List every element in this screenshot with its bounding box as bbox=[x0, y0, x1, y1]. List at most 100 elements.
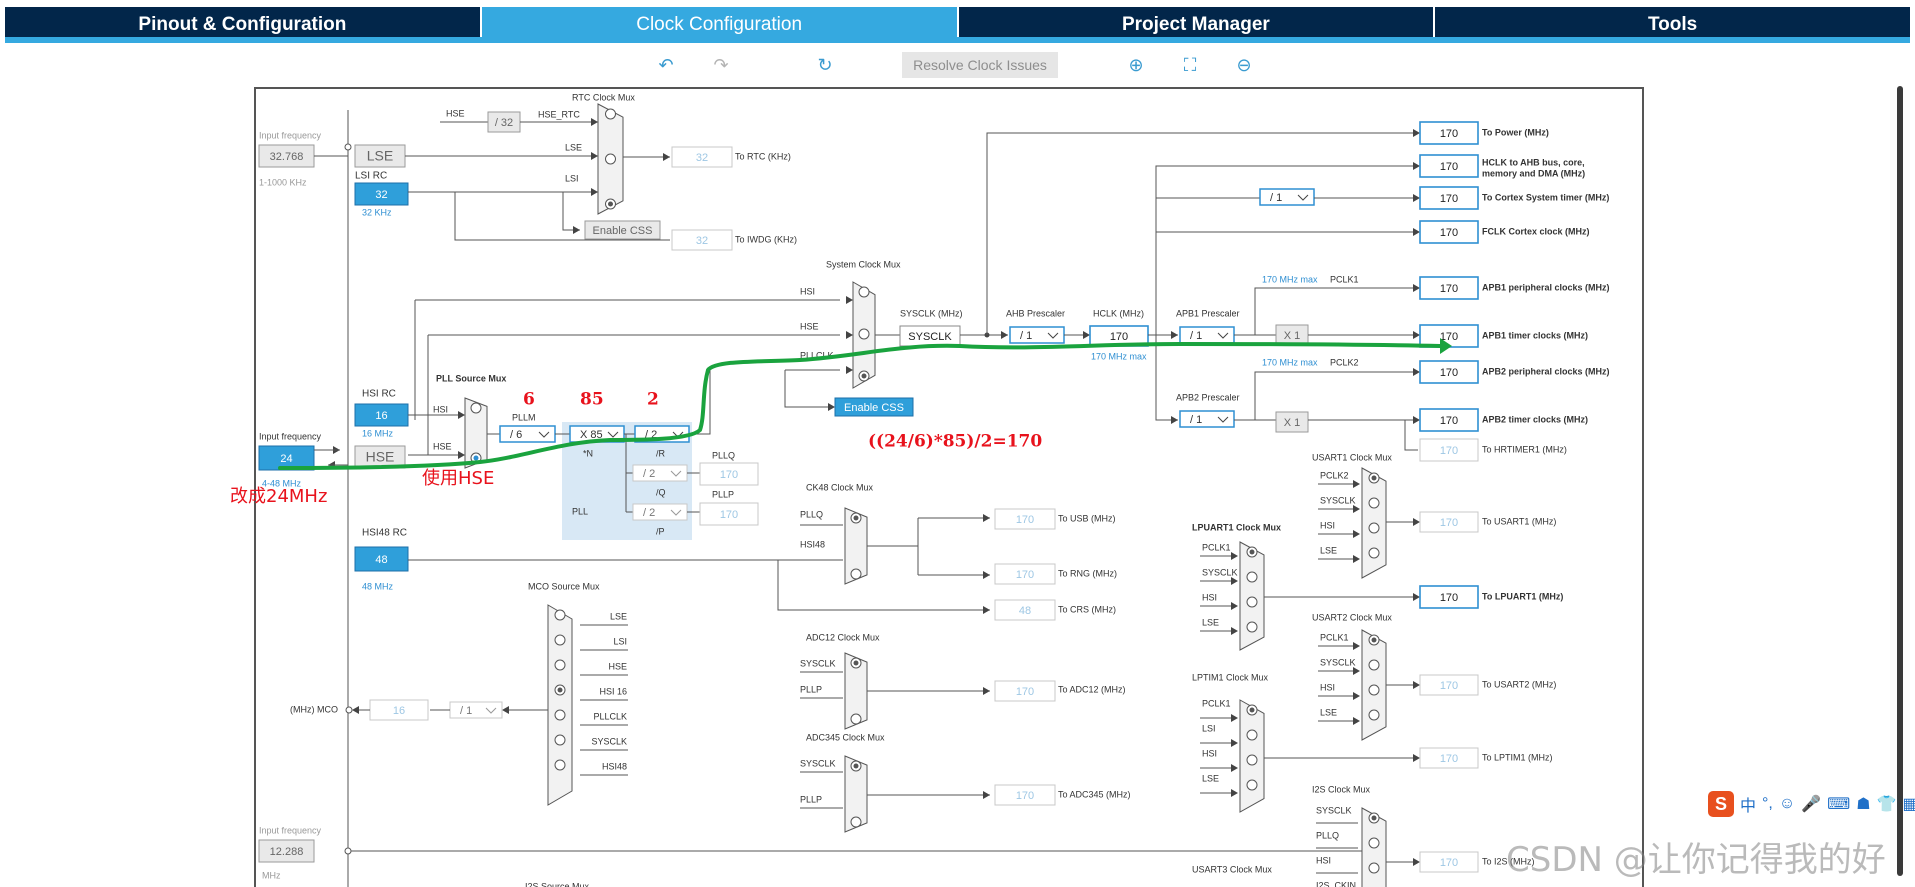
arrow-head bbox=[1413, 681, 1420, 689]
mco-source-mux-option-1[interactable] bbox=[554, 634, 566, 646]
pll-source-mux-selected bbox=[473, 455, 479, 461]
i2s-clock-mux-option-1[interactable] bbox=[1368, 837, 1380, 849]
arrow-head bbox=[458, 411, 465, 419]
pllq-select-value: / 2 bbox=[643, 468, 655, 480]
mco-source-mux-option-4[interactable] bbox=[554, 709, 566, 721]
arrow-head bbox=[983, 514, 990, 522]
to-hrtimer-label: To HRTIMER1 (MHz) bbox=[1482, 444, 1567, 454]
usart1-input-0: PCLK2 bbox=[1320, 470, 1349, 480]
lpuart1-clock-mux-option-2[interactable] bbox=[1246, 596, 1258, 608]
hsi48-mhz-label: 48 MHz bbox=[362, 581, 394, 591]
ahb-prescaler-label: AHB Prescaler bbox=[1006, 308, 1065, 318]
pll-source-mux-option-0[interactable] bbox=[470, 402, 482, 414]
adc345-clock-mux-option-1[interactable] bbox=[850, 816, 862, 828]
arrow-head bbox=[1413, 754, 1420, 762]
sogou-icon[interactable]: S bbox=[1708, 791, 1734, 817]
adc345-mux-label: ADC345 Clock Mux bbox=[806, 732, 885, 742]
pll-source-mux-label: PLL Source Mux bbox=[436, 373, 506, 383]
mco-source-mux-option-0[interactable] bbox=[554, 609, 566, 621]
ime-punct[interactable]: °, bbox=[1762, 795, 1773, 813]
i2s-clock-mux-selected bbox=[1371, 815, 1377, 821]
usart2-input-1: SYSCLK bbox=[1320, 657, 1356, 667]
shirt-icon[interactable]: 👕 bbox=[1877, 794, 1897, 814]
ime-mode[interactable]: 中 bbox=[1740, 792, 1756, 816]
mco-input-4: PLLCLK bbox=[593, 711, 627, 721]
hclk-label: HCLK (MHz) bbox=[1093, 308, 1144, 318]
pllp-select-value: / 2 bbox=[643, 507, 655, 519]
rtc-hse-label: HSE bbox=[446, 108, 465, 118]
ext-input-frequency-label: Input frequency bbox=[259, 825, 322, 835]
arrow-head bbox=[846, 296, 853, 304]
lsi-khz-label: 32 KHz bbox=[362, 207, 392, 217]
output-label-1: HCLK to AHB bus, core, bbox=[1482, 157, 1585, 167]
system-clock-mux-selected bbox=[861, 373, 867, 379]
output-6-value: 170 bbox=[1440, 367, 1458, 379]
system-clock-mux-option-0[interactable] bbox=[858, 286, 870, 298]
i2s-source-mux-label: I2S Source Mux bbox=[525, 881, 590, 887]
lpuart1-clock-mux-option-3[interactable] bbox=[1246, 621, 1258, 633]
hsi48-rc-label: HSI48 RC bbox=[362, 528, 407, 539]
i2s-clock-mux-option-2[interactable] bbox=[1368, 862, 1380, 874]
lsi-rc-label: LSI RC bbox=[355, 171, 387, 182]
hsi-mhz-label: 16 MHz bbox=[362, 428, 394, 438]
arrow-head bbox=[983, 606, 990, 614]
lpuart1-clock-mux-option-1[interactable] bbox=[1246, 571, 1258, 583]
system-clock-mux-option-1[interactable] bbox=[858, 328, 870, 340]
pll-hsi-label: HSI bbox=[433, 404, 448, 414]
keyboard-icon[interactable]: ⌨ bbox=[1827, 794, 1850, 814]
usb-output-value: 170 bbox=[1016, 514, 1034, 526]
mco-input-3: HSI 16 bbox=[599, 686, 627, 696]
adc345-output-value: 170 bbox=[1016, 790, 1034, 802]
usart1-clock-mux-option-1[interactable] bbox=[1368, 497, 1380, 509]
ext-mhz-label: MHz bbox=[262, 870, 281, 880]
arrow-head bbox=[1353, 480, 1360, 488]
usart2-clock-mux-option-3[interactable] bbox=[1368, 709, 1380, 721]
pclk2-label: PCLK2 bbox=[1330, 357, 1359, 367]
mco-input-2: HSE bbox=[608, 661, 627, 671]
arrow-head bbox=[1001, 331, 1008, 339]
usart2-clock-mux-option-1[interactable] bbox=[1368, 659, 1380, 671]
mco-source-mux-option-6[interactable] bbox=[554, 759, 566, 771]
ck48-mux-label: CK48 Clock Mux bbox=[806, 482, 874, 492]
usart1-output-value: 170 bbox=[1440, 517, 1458, 529]
usart2-clock-mux-option-2[interactable] bbox=[1368, 684, 1380, 696]
lse-pin bbox=[344, 143, 352, 151]
output-label-2: To Cortex System timer (MHz) bbox=[1482, 192, 1609, 202]
mco-source-mux-option-2[interactable] bbox=[554, 659, 566, 671]
usart1-clock-mux-option-3[interactable] bbox=[1368, 547, 1380, 559]
usart2-input-3: LSE bbox=[1320, 707, 1337, 717]
usart1-clock-mux-option-2[interactable] bbox=[1368, 522, 1380, 534]
ck48-clock-mux-option-1[interactable] bbox=[850, 568, 862, 580]
vertical-scrollbar[interactable] bbox=[1897, 86, 1903, 876]
hclk-sub-label: memory and DMA (MHz) bbox=[1482, 168, 1585, 178]
adc12-sysclk-label: SYSCLK bbox=[800, 658, 836, 668]
usart1-input-2: HSI bbox=[1320, 520, 1335, 530]
adc12-clock-mux-option-1[interactable] bbox=[850, 713, 862, 725]
lptim1-clock-mux-selected bbox=[1249, 707, 1255, 713]
ext-frequency-field-value: 12.288 bbox=[270, 846, 304, 858]
mic-icon[interactable]: 🎤 bbox=[1801, 794, 1821, 814]
usart2-clock-mux-selected bbox=[1371, 637, 1377, 643]
adc12-pllp-label: PLLP bbox=[800, 684, 822, 694]
rtc-clock-mux-option-1[interactable] bbox=[605, 153, 616, 165]
ahb-prescaler-select-value: / 1 bbox=[1020, 330, 1032, 342]
arrow-head bbox=[983, 791, 990, 799]
iwdg-output-value: 32 bbox=[696, 235, 708, 247]
lptim1-clock-mux-option-3[interactable] bbox=[1246, 779, 1258, 791]
system-clock-mux-label: System Clock Mux bbox=[826, 259, 901, 269]
user-icon[interactable]: ☗ bbox=[1856, 794, 1870, 814]
connector-line bbox=[1404, 420, 1418, 451]
emoji-icon[interactable]: ☺ bbox=[1779, 795, 1795, 813]
output-4-value: 170 bbox=[1440, 283, 1458, 295]
mco-input-6: HSI48 bbox=[602, 761, 627, 771]
grid-icon[interactable]: ▦ bbox=[1902, 794, 1915, 814]
mco-input-0: LSE bbox=[610, 611, 627, 621]
lptim1-clock-mux-option-1[interactable] bbox=[1246, 729, 1258, 741]
cortex-timer-div-select-value: / 1 bbox=[1270, 192, 1282, 204]
i2s-input-2: HSI bbox=[1316, 855, 1331, 865]
mco-source-mux-option-5[interactable] bbox=[554, 734, 566, 746]
output-label-4: APB1 peripheral clocks (MHz) bbox=[1482, 282, 1610, 292]
rtc-clock-mux-option-0[interactable] bbox=[605, 108, 616, 120]
lptim1-clock-mux-option-2[interactable] bbox=[1246, 754, 1258, 766]
arrow-head bbox=[1083, 331, 1090, 339]
